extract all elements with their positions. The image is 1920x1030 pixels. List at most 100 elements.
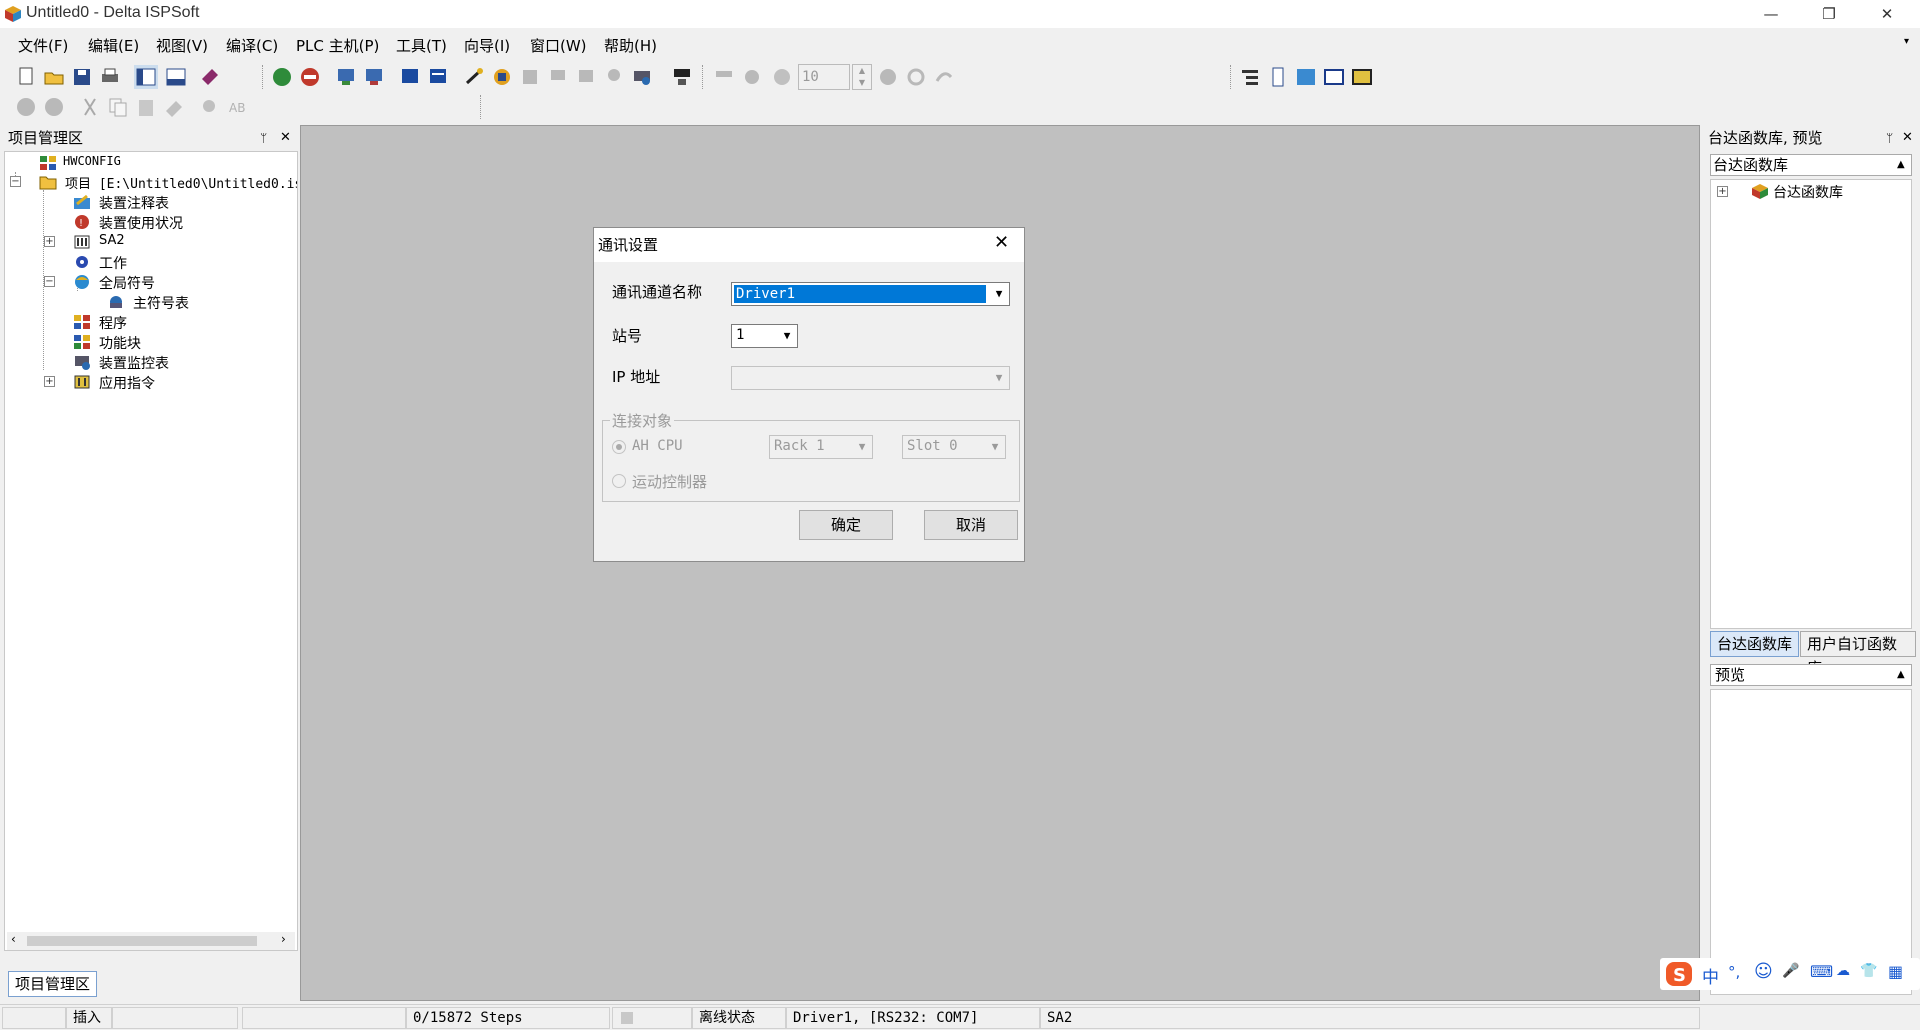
tree-item-device-comments[interactable]: 装置注释表	[99, 193, 169, 213]
ime-skin-icon[interactable]: ☁	[1836, 963, 1850, 979]
paste-icon	[134, 95, 158, 119]
stop-icon[interactable]	[298, 65, 322, 89]
ime-shirt-icon[interactable]: 👕	[1860, 963, 1877, 979]
status-comm-info: Driver1, [RS232: COM7]	[786, 1007, 1040, 1029]
tab-delta-library[interactable]: 台达函数库	[1710, 631, 1800, 657]
network-icon[interactable]	[670, 65, 694, 89]
hwconfig-icon	[40, 156, 56, 170]
menu-plc[interactable]: PLC 主机(P)	[296, 35, 379, 56]
layout-bottom-icon[interactable]	[164, 65, 188, 89]
tree-item-global-symbols[interactable]: 全局符号	[99, 273, 155, 293]
ime-voice-icon[interactable]: 🎤	[1782, 963, 1799, 979]
online-monitor-icon[interactable]	[630, 65, 654, 89]
library-book-icon[interactable]	[198, 65, 222, 89]
tree-view-icon[interactable]	[1238, 65, 1262, 89]
table-view-icon[interactable]	[1322, 65, 1346, 89]
ime-menu-icon[interactable]: ▦	[1888, 962, 1903, 981]
rack-value: Rack 1	[774, 438, 825, 454]
ime-keyboard-icon[interactable]: ⌨	[1810, 962, 1833, 981]
menu-bar: 文件(F) 编辑(E) 视图(V) 编译(C) PLC 主机(P) 工具(T) …	[0, 30, 1920, 60]
chevron-down-icon[interactable]: ▼	[989, 283, 1009, 305]
pin-icon[interactable]: ᛘ	[260, 127, 267, 149]
tree-item-instructions[interactable]: 应用指令	[99, 373, 155, 393]
tree-item-delta-library[interactable]: 台达函数库	[1773, 182, 1843, 202]
tab-project-manager[interactable]: 项目管理区	[8, 971, 98, 997]
monitor-ladder-icon[interactable]	[426, 65, 450, 89]
menu-compile[interactable]: 编译(C)	[226, 35, 278, 56]
collapse-up-icon[interactable]: ▲	[1897, 155, 1905, 175]
tree-item-device-usage[interactable]: 装置使用状况	[99, 213, 183, 233]
station-value: 1	[736, 327, 745, 343]
device-table-icon[interactable]	[1350, 65, 1374, 89]
download-icon[interactable]	[362, 65, 386, 89]
tree-item-monitor-table[interactable]: 装置监控表	[99, 353, 169, 373]
cancel-button[interactable]: 取消	[924, 510, 1018, 540]
preview-header[interactable]: 预览 ▲	[1710, 664, 1912, 686]
ime-emoji-icon[interactable]: ☺	[1754, 961, 1773, 982]
ime-punctuation[interactable]: °,	[1728, 963, 1740, 981]
minimize-button[interactable]: —	[1748, 0, 1794, 28]
pin-icon[interactable]: ᛘ	[1886, 127, 1893, 149]
tree-item-function-block[interactable]: 功能块	[99, 333, 141, 353]
expander-library[interactable]: +	[1717, 186, 1728, 197]
tree-item-project[interactable]: 项目 [E:\Untitled0\Untitled0.is	[65, 173, 297, 192]
comm-settings-icon[interactable]	[490, 65, 514, 89]
menu-overflow-icon[interactable]: ▾	[1904, 36, 1909, 47]
channel-value: Driver1	[734, 285, 986, 303]
expander-project[interactable]: −	[10, 176, 21, 187]
dialog-close-icon[interactable]: ✕	[994, 232, 1009, 253]
monitor-device-icon[interactable]	[398, 65, 422, 89]
channel-select[interactable]: Driver1 ▼	[731, 282, 1010, 306]
save-icon[interactable]	[70, 65, 94, 89]
menu-tools[interactable]: 工具(T)	[396, 35, 447, 56]
chevron-down-icon[interactable]: ▼	[777, 325, 797, 347]
collapse-up-icon[interactable]: ▲	[1897, 665, 1905, 685]
layout-left-icon[interactable]	[134, 65, 158, 89]
scroll-right-icon[interactable]: ›	[281, 932, 286, 946]
menu-window[interactable]: 窗口(W)	[530, 35, 587, 56]
library-panel-header: 台达函数库, 预览 ᛘ ✕	[1706, 127, 1916, 149]
scroll-left-icon[interactable]: ‹	[11, 932, 16, 946]
connect-icon[interactable]	[462, 65, 486, 89]
menu-edit[interactable]: 编辑(E)	[88, 35, 139, 56]
new-file-icon[interactable]	[14, 65, 38, 89]
panel-close-icon[interactable]: ✕	[280, 127, 291, 149]
tree-hscrollbar[interactable]: ‹ ›	[7, 932, 295, 950]
sogou-logo-icon[interactable]: S	[1664, 960, 1694, 988]
ladder-column-icon[interactable]	[1266, 65, 1290, 89]
close-window-button[interactable]: ✕	[1864, 0, 1910, 28]
disabled-bulb-icon	[602, 65, 626, 89]
tree-item-program[interactable]: 程序	[99, 313, 127, 333]
expander-instructions[interactable]: +	[44, 376, 55, 387]
scroll-thumb[interactable]	[27, 936, 257, 946]
tree-item-task[interactable]: 工作	[99, 253, 127, 273]
tree-item-sa2[interactable]: SA2	[99, 233, 125, 248]
menu-file[interactable]: 文件(F)	[18, 35, 68, 56]
restore-button[interactable]: ❐	[1806, 0, 1852, 28]
replace-icon: AB	[226, 95, 250, 119]
menu-wizard[interactable]: 向导(I)	[464, 35, 510, 56]
svg-text:AB: AB	[229, 101, 245, 115]
expander-global-symbols[interactable]: −	[44, 276, 55, 287]
tree-item-main-symbol-table[interactable]: 主符号表	[133, 293, 189, 313]
timing-chart-icon[interactable]	[1294, 65, 1318, 89]
channel-label: 通讯通道名称	[612, 283, 703, 301]
tab-user-library[interactable]: 用户自订函数库	[1800, 631, 1916, 677]
panel-close-icon[interactable]: ✕	[1902, 127, 1913, 149]
expander-sa2[interactable]: +	[44, 236, 55, 247]
print-icon[interactable]	[98, 65, 122, 89]
function-block-icon	[74, 335, 90, 349]
station-select[interactable]: 1 ▼	[731, 324, 798, 348]
dialog-title-bar: 通讯设置 ✕	[594, 228, 1024, 262]
menu-view[interactable]: 视图(V)	[156, 35, 208, 56]
tree-item-hwconfig[interactable]: HWCONFIG	[63, 154, 121, 168]
menu-help[interactable]: 帮助(H)	[604, 35, 657, 56]
ok-button[interactable]: 确定	[799, 510, 893, 540]
library-section-header[interactable]: 台达函数库 ▲	[1710, 154, 1912, 176]
library-panel-title: 台达函数库, 预览	[1708, 129, 1823, 147]
title-bar: Untitled0 - Delta ISPSoft — ❐ ✕	[0, 0, 1920, 28]
upload-icon[interactable]	[334, 65, 358, 89]
run-icon[interactable]	[270, 65, 294, 89]
ime-chinese-mode[interactable]: 中	[1702, 963, 1719, 988]
open-folder-icon[interactable]	[42, 65, 66, 89]
